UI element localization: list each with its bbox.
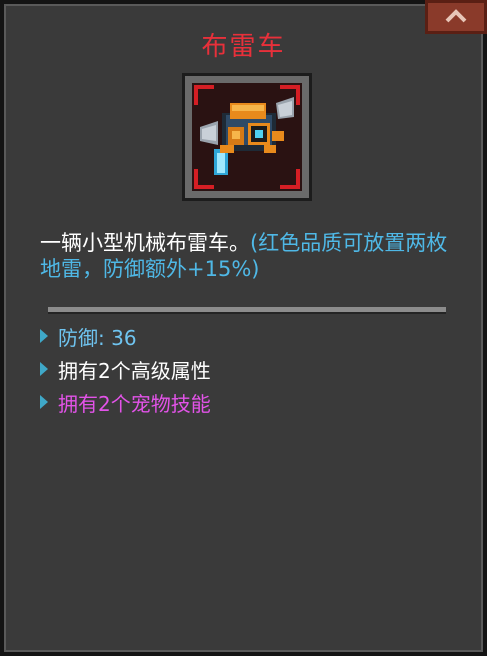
- bullet-arrow-icon: [40, 329, 48, 343]
- rarity-background: [192, 83, 302, 191]
- bullet-arrow-icon: [40, 362, 48, 376]
- divider: [48, 307, 446, 314]
- stat-label: 拥有2个高级属性: [58, 358, 211, 383]
- description-main: 一辆小型机械布雷车。: [40, 231, 250, 255]
- mine-layer-vehicle-icon: [200, 97, 294, 175]
- item-tooltip-panel: 布雷车 一辆小型机械布雷车。(红色品质可放置两枚地雷，防御额外+15%) 防御:…: [0, 0, 487, 656]
- stat-pet-skills: 拥有2个宠物技能: [40, 389, 211, 416]
- item-description: 一辆小型机械布雷车。(红色品质可放置两枚地雷，防御额外+15%): [40, 230, 460, 282]
- item-icon-frame: [182, 73, 312, 201]
- bullet-arrow-icon: [40, 395, 48, 409]
- stat-advanced-attributes: 拥有2个高级属性: [40, 356, 211, 383]
- stat-defense: 防御: 36: [40, 323, 137, 350]
- stat-label: 拥有2个宠物技能: [58, 391, 211, 416]
- item-name: 布雷车: [201, 32, 286, 62]
- stat-label: 防御: 36: [58, 325, 137, 350]
